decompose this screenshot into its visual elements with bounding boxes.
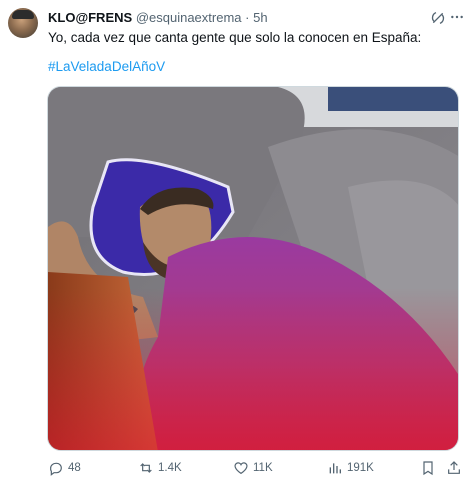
views-count: 191K: [347, 462, 374, 474]
views-button[interactable]: 191K: [327, 458, 374, 478]
like-count: 11K: [253, 462, 273, 474]
bookmark-icon[interactable]: [420, 460, 436, 476]
hashtag-link[interactable]: #LaVeladaDelAñoV: [48, 58, 165, 76]
post-text: Yo, cada vez que canta gente que solo la…: [48, 30, 422, 45]
author-name[interactable]: KLO@FRENS: [48, 10, 132, 25]
heart-icon: [234, 462, 248, 475]
separator-dot: ·: [245, 10, 250, 25]
repost-icon: [140, 463, 152, 473]
author-avatar[interactable]: [8, 8, 38, 38]
more-options-icon[interactable]: [449, 9, 465, 25]
reply-button[interactable]: 48: [48, 458, 81, 478]
reply-count: 48: [68, 462, 81, 474]
post-media-image[interactable]: [47, 86, 459, 451]
reply-icon: [49, 462, 62, 476]
views-chart-icon: [329, 463, 341, 474]
grok-icon[interactable]: [430, 10, 446, 26]
like-button[interactable]: 11K: [233, 458, 273, 478]
repost-count: 1.4K: [158, 462, 182, 474]
avatar-hat: [12, 10, 34, 19]
share-icon[interactable]: [446, 460, 462, 476]
author-handle[interactable]: @esquinaextrema: [136, 10, 242, 25]
post-time[interactable]: 5h: [253, 10, 267, 25]
post-header: KLO@FRENS @esquinaextrema · 5h: [48, 9, 461, 27]
post-actions-bar: 48 1.4K 11K 191K: [48, 458, 461, 478]
repost-button[interactable]: 1.4K: [138, 458, 182, 478]
